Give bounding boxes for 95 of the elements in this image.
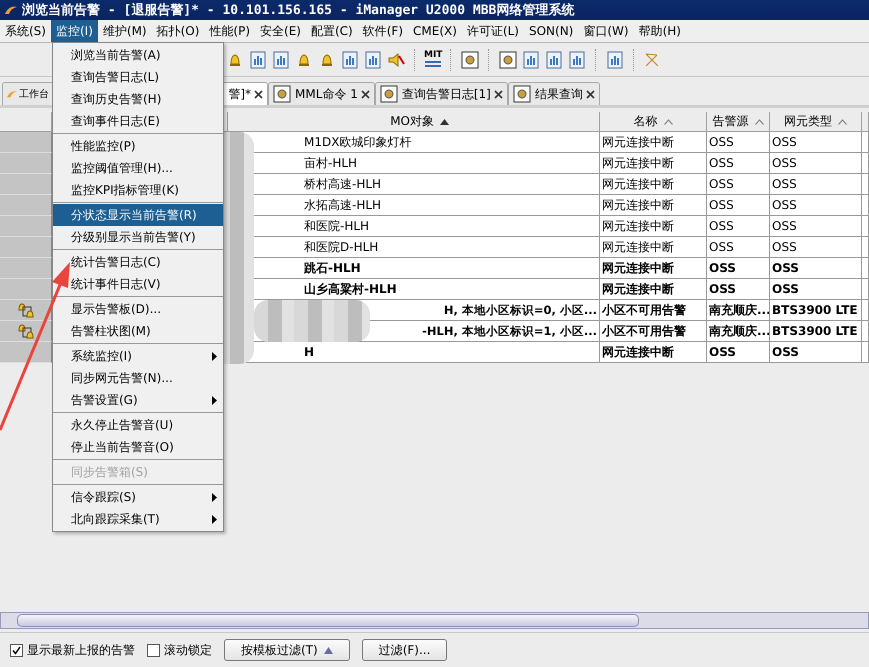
table-cell: 小区不可用告警 <box>600 300 707 321</box>
table-cell: 小区不可用告警 <box>600 321 707 342</box>
checkbox-label[interactable]: 滚动锁定 <box>164 642 212 658</box>
checkbox[interactable] <box>10 644 23 656</box>
menu-item[interactable]: 监控KPI指标管理(K) <box>53 179 223 201</box>
menu-item[interactable]: 停止当前告警音(O) <box>53 436 223 458</box>
table-cell: 网元连接中断 <box>600 279 707 300</box>
table-cell: OSS <box>770 132 862 153</box>
table-cell: OSS <box>707 258 770 279</box>
table-cell: 网元连接中断 <box>600 132 707 153</box>
column-header[interactable]: MO对象 <box>228 112 600 132</box>
tab[interactable]: MML命令 1 <box>268 82 375 105</box>
menu-item[interactable]: 同步网元告警(N)... <box>53 367 223 389</box>
menu-item[interactable]: 显示告警板(D)... <box>53 298 223 320</box>
table-cell: BTS3900 LTE <box>770 321 862 342</box>
menu-item[interactable]: 信令跟踪(S) <box>53 486 223 508</box>
chart-window-icon[interactable] <box>544 50 564 70</box>
menu-item[interactable]: 配置(C) <box>306 20 358 42</box>
table-cell: OSS <box>770 279 862 300</box>
menu-item[interactable]: 查询事件日志(E) <box>53 110 223 132</box>
menu-item[interactable]: 告警设置(G) <box>53 389 223 411</box>
table-cell: OSS <box>707 174 770 195</box>
app-logo-icon <box>6 89 18 99</box>
triangle-icon <box>324 646 333 654</box>
table-cell: OSS <box>770 216 862 237</box>
table-cell: OSS <box>707 342 770 363</box>
column-header[interactable]: 告警源 <box>707 112 770 132</box>
table-cell: 网元连接中断 <box>600 258 707 279</box>
menu-item[interactable]: 拓扑(O) <box>152 20 204 42</box>
menu-item[interactable]: SON(N) <box>524 20 578 42</box>
table-cell: OSS <box>770 174 862 195</box>
filter-button[interactable]: 过滤(F)... <box>362 639 448 661</box>
table-cell: OSS <box>770 342 862 363</box>
menu-item[interactable]: 统计告警日志(C) <box>53 251 223 273</box>
table-cell: BTS3900 LTE <box>770 300 862 321</box>
table-cell: OSS <box>770 237 862 258</box>
tab[interactable]: 结果查询 <box>508 82 600 105</box>
horizontal-scrollbar[interactable] <box>0 612 869 629</box>
alarm-bells-icon <box>18 323 34 339</box>
window-title: 浏览当前告警 - [退服告警]* - 10.101.156.165 - iManager U2000 MBB网络管理系统 <box>22 2 574 19</box>
table-cell: OSS <box>707 195 770 216</box>
table-cell: 网元连接中断 <box>600 237 707 258</box>
checkbox[interactable] <box>147 644 160 656</box>
table-cell: OSS <box>707 237 770 258</box>
alarm-bells-icon <box>18 302 34 318</box>
menu-item[interactable]: 分级别显示当前告警(Y) <box>53 226 223 248</box>
menu-item[interactable]: 统计事件日志(V) <box>53 273 223 295</box>
menu-item[interactable]: 维护(M) <box>98 20 152 42</box>
checkbox-label[interactable]: 显示最新上报的告警 <box>27 642 135 658</box>
table-cell: 网元连接中断 <box>600 342 707 363</box>
table-cell: OSS <box>770 195 862 216</box>
menu-item[interactable]: 许可证(L) <box>462 20 524 42</box>
menu-item[interactable]: 软件(F) <box>358 20 408 42</box>
table-cell: 网元连接中断 <box>600 153 707 174</box>
filter-button[interactable]: 按模板过滤(T) <box>224 639 350 661</box>
menu-item[interactable]: 监控(I) <box>50 20 98 42</box>
app-logo-icon <box>4 4 18 16</box>
menu-item[interactable]: 系统(S) <box>0 20 51 42</box>
tab[interactable]: 工作台 <box>2 82 54 105</box>
table-cell: OSS <box>707 153 770 174</box>
close-icon[interactable] <box>494 90 503 98</box>
menu-item[interactable]: 北向跟踪采集(T) <box>53 508 223 530</box>
column-header[interactable]: 网元类型 <box>770 112 862 132</box>
column-header[interactable]: 名称 <box>600 112 707 132</box>
menu-item[interactable]: 性能监控(P) <box>53 135 223 157</box>
chart-document-icon[interactable] <box>340 50 360 70</box>
menu-item[interactable]: 安全(E) <box>255 20 306 42</box>
chart-document-icon[interactable] <box>363 50 383 70</box>
menu-item[interactable]: 永久停止告警音(U) <box>53 414 223 436</box>
table-cell: OSS <box>770 258 862 279</box>
menu-item[interactable]: 帮助(H) <box>634 20 686 42</box>
table-cell: OSS <box>707 279 770 300</box>
menu-item[interactable]: 监控阈值管理(H)... <box>53 157 223 179</box>
tab-window-icon[interactable] <box>272 84 292 104</box>
menu-item[interactable]: 告警柱状图(M) <box>53 320 223 342</box>
table-cell: 网元连接中断 <box>600 216 707 237</box>
table-cell: OSS <box>707 216 770 237</box>
menu-item[interactable]: 查询告警日志(L) <box>53 66 223 88</box>
menu-item[interactable]: 窗口(W) <box>578 20 634 42</box>
close-icon[interactable] <box>254 90 263 98</box>
menu-item[interactable]: 分状态显示当前告警(R) <box>53 204 223 226</box>
tab-window-icon[interactable] <box>512 84 532 104</box>
tab[interactable]: 查询告警日志[1] <box>374 82 508 105</box>
menu-item[interactable]: 浏览当前告警(A) <box>53 44 223 66</box>
close-icon[interactable] <box>586 90 595 98</box>
table-cell: OSS <box>707 132 770 153</box>
table-cell: 网元连接中断 <box>600 174 707 195</box>
menu-item[interactable]: 系统监控(I) <box>53 345 223 367</box>
tab-window-icon[interactable] <box>378 84 399 104</box>
close-icon[interactable] <box>360 90 370 98</box>
menu-item[interactable]: 性能(P) <box>204 20 256 42</box>
menu-item[interactable]: 查询历史告警(H) <box>53 88 223 110</box>
table-cell: 网元连接中断 <box>600 195 707 216</box>
menu-item[interactable]: CME(X) <box>408 20 462 42</box>
table-cell: OSS <box>770 153 862 174</box>
